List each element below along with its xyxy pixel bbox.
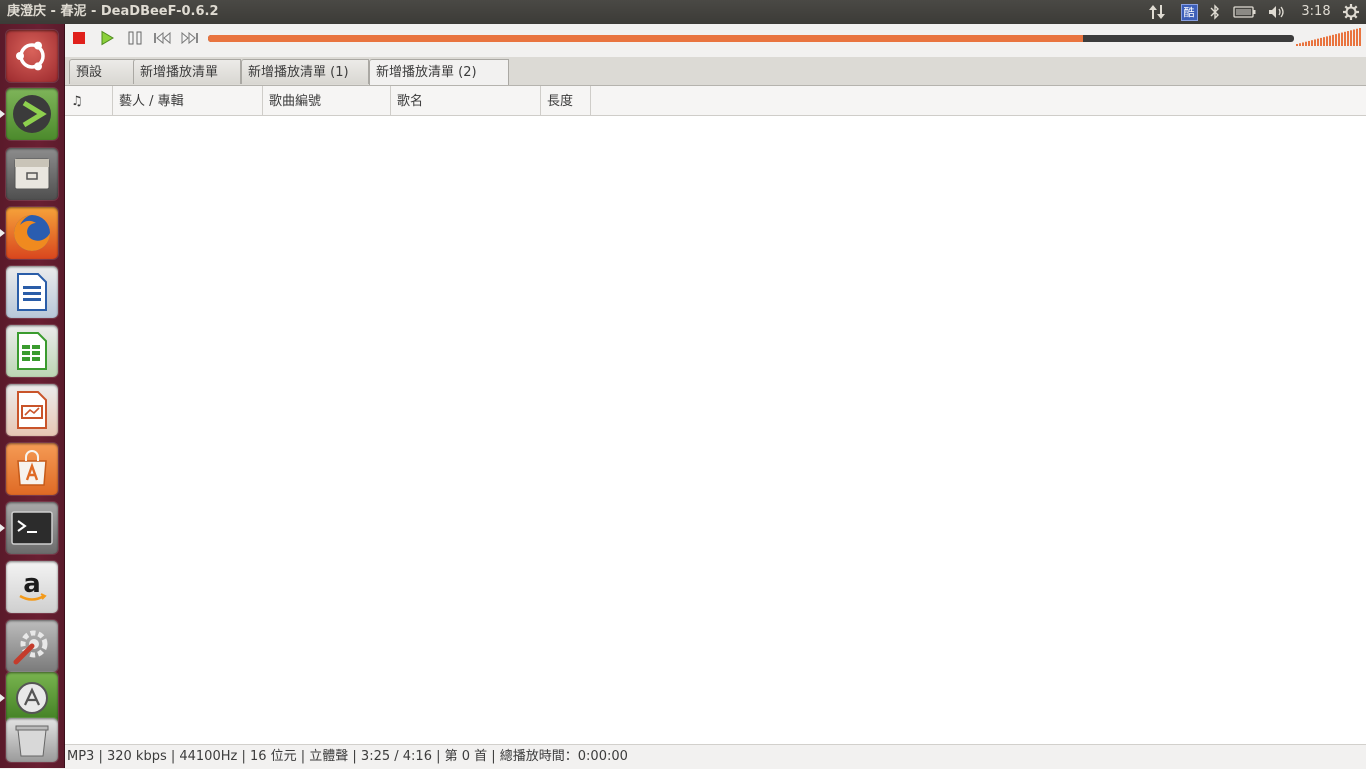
writer-icon[interactable] [6, 266, 58, 318]
volume-bar-segment [1338, 33, 1340, 46]
ime-label: 酷 [1180, 3, 1198, 21]
volume-bar-segment [1302, 42, 1304, 46]
firefox-icon[interactable] [6, 207, 58, 259]
tab-default[interactable]: 預設 [69, 59, 135, 84]
terminal-icon[interactable] [6, 502, 58, 554]
column-title[interactable]: 歌名 [391, 86, 541, 115]
stop-button[interactable] [70, 30, 88, 46]
volume-bar-segment [1350, 30, 1352, 46]
column-artist-album[interactable]: 藝人 / 專輯 [113, 86, 263, 115]
running-indicator [0, 694, 5, 702]
files-icon[interactable] [6, 148, 58, 200]
volume-bar-segment [1329, 35, 1331, 46]
running-indicator [0, 524, 5, 532]
status-bar: MP3 | 320 kbps | 44100Hz | 16 位元 | 立體聲 |… [65, 744, 1366, 768]
top-panel: 庚澄庆 - 春泥 - DeaDBeeF-0.6.2 酷 3:18 [0, 0, 1366, 24]
clock[interactable]: 3:18 [1296, 0, 1336, 24]
next-button[interactable] [181, 30, 199, 46]
playlist-tabs: 預設 新增播放清單 新增播放清單 (1) 新增播放清單 (2) [65, 57, 1366, 86]
tab-new-playlist-1[interactable]: 新增播放清單 (1) [241, 59, 369, 84]
volume-bar-segment [1305, 41, 1307, 46]
play-button[interactable] [98, 30, 116, 46]
running-indicator [0, 229, 5, 237]
running-indicator [0, 110, 5, 118]
volume-bar-segment [1347, 31, 1349, 46]
column-duration[interactable]: 長度 [541, 86, 591, 115]
svg-text:a: a [23, 569, 41, 599]
volume-bar-segment [1344, 31, 1346, 46]
volume-bar[interactable] [1296, 28, 1364, 46]
column-playing-icon[interactable]: ♫ [65, 86, 113, 115]
tab-new-playlist-2[interactable]: 新增播放清單 (2) [369, 59, 509, 85]
volume-bar-segment [1308, 40, 1310, 46]
previous-button[interactable] [153, 30, 171, 46]
impress-icon[interactable] [6, 384, 58, 436]
seek-bar[interactable] [208, 35, 1294, 42]
ubuntu-dash-icon[interactable] [6, 30, 58, 82]
volume-bar-segment [1359, 28, 1361, 46]
volume-bar-segment [1323, 37, 1325, 46]
volume-icon[interactable] [1266, 0, 1288, 24]
software-updater-icon[interactable] [6, 672, 58, 724]
launcher: a [0, 24, 65, 768]
deadbeef-icon[interactable] [6, 88, 58, 140]
input-method-indicator[interactable]: 酷 [1177, 0, 1201, 24]
bluetooth-icon[interactable] [1206, 0, 1224, 24]
volume-bar-segment [1317, 38, 1319, 46]
system-settings-icon[interactable] [6, 620, 58, 672]
session-gear-icon[interactable] [1340, 0, 1362, 24]
battery-icon[interactable] [1231, 0, 1259, 24]
network-updown-icon[interactable] [1146, 0, 1168, 24]
volume-bar-segment [1296, 44, 1298, 46]
pause-button[interactable] [126, 30, 144, 46]
volume-bar-segment [1326, 36, 1328, 46]
seek-bar-progress [208, 35, 1084, 42]
playlist-view[interactable]: ♫ 藝人 / 專輯 歌曲編號 歌名 長度 [65, 86, 1366, 744]
column-header: ♫ 藝人 / 專輯 歌曲編號 歌名 長度 [65, 86, 1366, 116]
volume-bar-segment [1332, 34, 1334, 46]
amazon-icon[interactable]: a [6, 561, 58, 613]
trash-icon[interactable] [6, 718, 58, 762]
volume-bar-segment [1353, 29, 1355, 46]
volume-bar-segment [1356, 28, 1358, 46]
tab-new-playlist[interactable]: 新增播放清單 [133, 59, 241, 84]
volume-bar-segment [1320, 37, 1322, 46]
volume-bar-segment [1341, 32, 1343, 46]
volume-bar-segment [1299, 43, 1301, 46]
status-text: MP3 | 320 kbps | 44100Hz | 16 位元 | 立體聲 |… [67, 749, 628, 764]
software-center-icon[interactable] [6, 443, 58, 495]
volume-bar-segment [1311, 40, 1313, 46]
column-track-number[interactable]: 歌曲編號 [263, 86, 391, 115]
calc-icon[interactable] [6, 325, 58, 377]
volume-bar-segment [1335, 34, 1337, 46]
volume-bar-segment [1314, 39, 1316, 46]
window-title: 庚澄庆 - 春泥 - DeaDBeeF-0.6.2 [7, 4, 219, 19]
